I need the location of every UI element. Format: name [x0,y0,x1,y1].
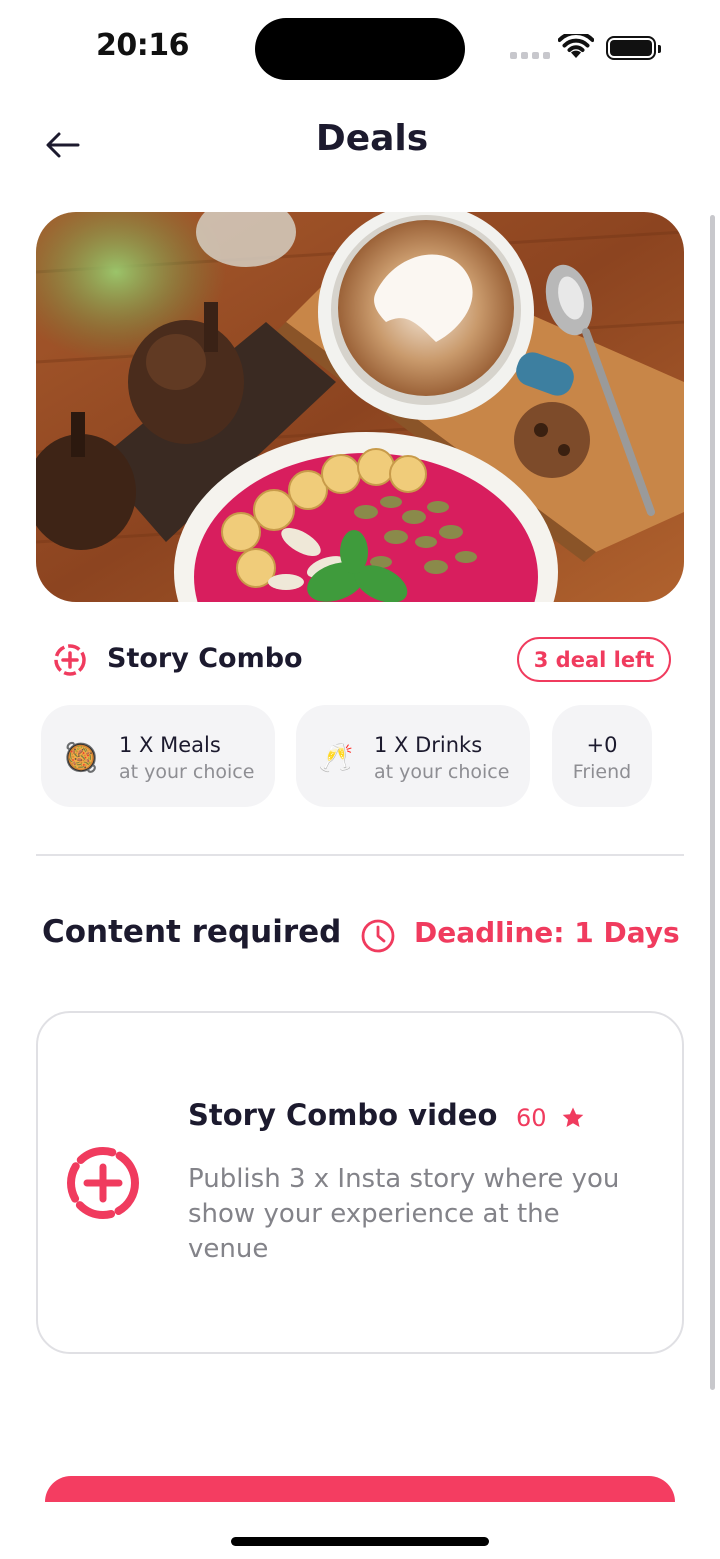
champagne-glasses-icon: 🥂 [318,741,354,774]
friend-chip[interactable]: +0 Friend [552,705,652,807]
wifi-icon [558,34,594,58]
star-icon [562,1107,584,1127]
friend-count: +0 [586,733,618,757]
deal-title: Story Combo [107,643,303,674]
deadline-label: Deadline: 1 Days [414,916,680,949]
home-indicator [231,1537,489,1546]
content-required-heading: Content required [42,914,342,950]
cellular-signal-icon [510,52,550,59]
friend-label: Friend [572,761,632,783]
scrollbar[interactable] [710,215,715,1390]
dynamic-island [255,18,465,80]
task-points: 60 [516,1104,547,1132]
meals-chip[interactable]: 🥘 1 X Meals at your choice [41,705,275,807]
deal-hero-image [36,212,684,602]
page-title: Deals [315,118,429,159]
story-plus-icon [67,1147,139,1219]
clock-icon [361,919,395,953]
meal-pan-icon: 🥘 [63,741,99,774]
chip-subtitle: at your choice [374,761,510,783]
story-plus-icon [54,644,86,676]
deals-left-badge: 3 deal left [517,637,671,682]
drinks-chip[interactable]: 🥂 1 X Drinks at your choice [296,705,530,807]
status-time: 20:16 [96,28,190,63]
chip-title: 1 X Drinks [374,733,483,757]
task-description: Publish 3 x Insta story where you show y… [188,1164,620,1264]
chip-title: 1 X Meals [119,733,221,757]
primary-action-button[interactable] [45,1476,675,1502]
task-title: Story Combo video [188,1098,498,1132]
battery-icon [606,36,661,60]
section-divider [36,854,684,856]
chip-subtitle: at your choice [119,761,255,783]
